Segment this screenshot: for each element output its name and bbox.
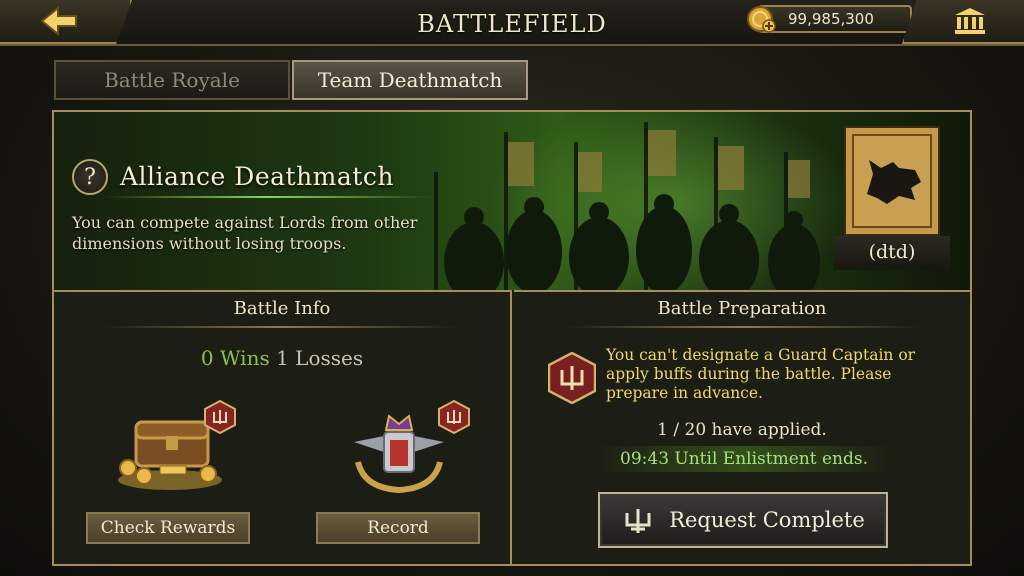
section-divider <box>104 326 460 328</box>
guard-captain-icon <box>548 352 596 404</box>
battle-preparation-section: Battle Preparation You can't designate a… <box>514 290 970 564</box>
tab-team-deathmatch[interactable]: Team Deathmatch <box>292 60 528 100</box>
army-illustration <box>434 122 820 290</box>
applied-count: 1 / 20 have applied. <box>657 420 827 440</box>
win-loss-record: 0 Wins 1 Losses <box>54 346 510 370</box>
section-divider <box>564 326 920 328</box>
check-rewards-button[interactable]: Check Rewards <box>86 512 250 544</box>
wolf-head-icon <box>867 160 921 204</box>
preparation-notice: You can't designate a Guard Captain or a… <box>606 346 916 402</box>
record-button[interactable]: Record <box>316 512 480 544</box>
main-panel: ? Alliance Deathmatch You can compete ag… <box>52 110 972 566</box>
gold-coin-add-icon <box>747 6 776 33</box>
losses-count: 1 <box>276 346 289 370</box>
wins-count: 0 <box>200 346 214 370</box>
battle-preparation-title: Battle Preparation <box>657 298 827 319</box>
alliance-badge-icon <box>204 400 236 434</box>
event-title: Alliance Deathmatch <box>120 162 394 191</box>
title-underline <box>104 196 434 198</box>
losses-label: Losses <box>295 346 364 370</box>
gold-counter[interactable]: 99,985,300 <box>747 5 912 33</box>
emblem-inner <box>852 134 932 228</box>
top-bar: BATTLEFIELD 99,985,300 <box>0 0 1024 46</box>
bank-icon <box>955 8 985 34</box>
request-complete-button[interactable]: Request Complete <box>598 492 888 548</box>
tab-battle-royale[interactable]: Battle Royale <box>54 60 290 100</box>
help-icon[interactable]: ? <box>72 159 108 195</box>
bank-button[interactable] <box>902 0 1024 44</box>
enlistment-timer: 09:43 Until Enlistment ends. <box>594 446 894 472</box>
alliance-badge-icon <box>438 400 470 434</box>
request-complete-label: Request Complete <box>669 508 865 532</box>
event-description: You can compete against Lords from other… <box>72 213 418 253</box>
battle-info-title: Battle Info <box>233 298 331 319</box>
wins-label: Wins <box>219 346 270 370</box>
battle-info-section: Battle Info 0 Wins 1 Losses Check Reward… <box>54 290 512 564</box>
guard-icon <box>625 509 651 533</box>
gold-amount: 99,985,300 <box>788 10 874 28</box>
alliance-tag: (dtd) <box>834 236 950 270</box>
alliance-emblem <box>844 126 940 236</box>
event-banner: ? Alliance Deathmatch You can compete ag… <box>54 112 970 290</box>
